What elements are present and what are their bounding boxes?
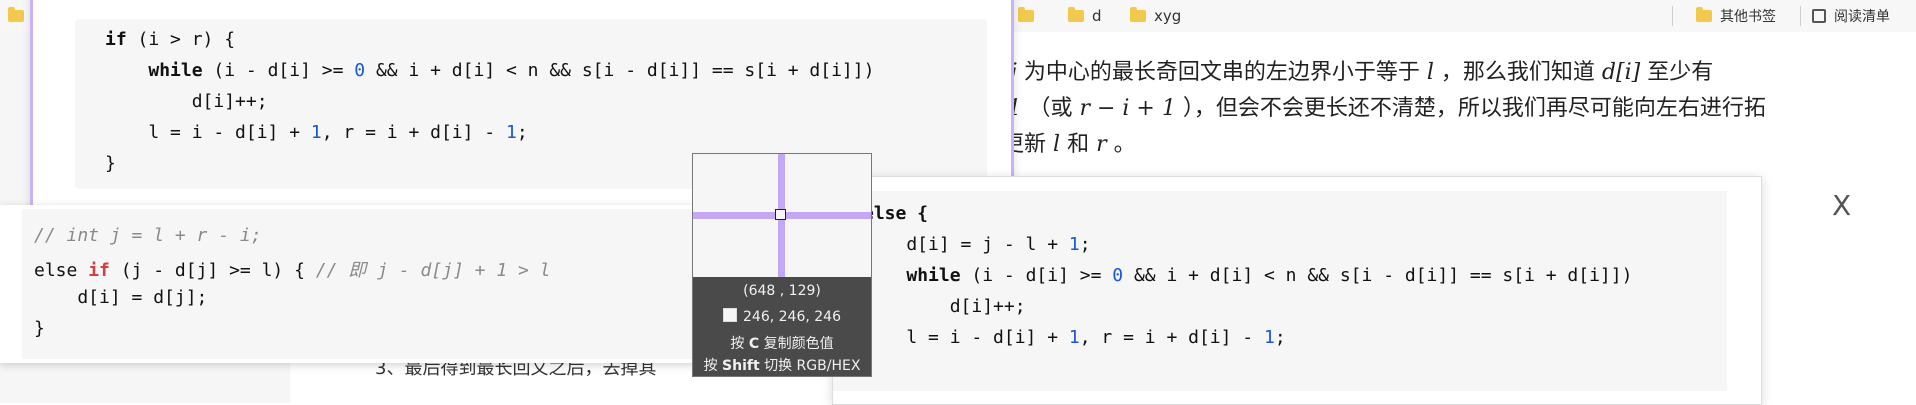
code-keyword: else { [863,203,929,224]
code-number: 1 [1068,234,1080,255]
article-line-1: j 为中心的最长奇回文串的左边界小于等于 l ，那么我们知道 d[i] 至少有 [1010,60,1714,85]
article-line-2: -1 （或 r − i + 1 ），但会不会更长还不清楚，所以我们再尽可能向左右… [1000,96,1766,121]
folder-icon [1018,7,1034,22]
crosshair-center-pixel [775,209,786,220]
reading-list-icon [1812,9,1826,23]
color-swatch [723,308,738,322]
code-text: l = i - d[i] + [863,327,1069,348]
code-text: ; [1274,327,1286,348]
code-line: while (i - d[i] >= 0 && i + d[i] < n && … [105,60,874,81]
bookmark-folder[interactable] [8,6,32,26]
code-text: (i - d[i] >= [202,60,355,81]
code-text: } [105,153,116,174]
code-line: } [34,318,45,339]
code-line: d[i] = d[j]; [34,287,207,308]
code-number: 1 [505,122,517,143]
code-text: else [34,260,89,281]
code-text: (i - d[i] >= [960,265,1113,286]
code-text: d[i] = d[j]; [34,287,208,308]
code-block: else { d[i] = j - l + 1; while (i - d[i]… [833,191,1727,391]
code-text: d[i]++; [105,91,268,112]
code-keyword: while [906,265,961,286]
code-keyword: if [105,29,127,50]
code-number: 0 [1112,265,1124,286]
code-text: ; [1079,234,1091,255]
folder-icon [1130,7,1146,22]
color-info-panel: (648 , 129) 246, 246, 246 按 C 复制颜色值 按 Sh… [693,277,871,376]
code-text: (j - d[j] >= l) { [109,260,316,281]
code-line: d[i]++; [105,91,268,112]
code-number: 1 [1068,327,1080,348]
code-text: d[i] = j - l + [863,234,1069,255]
cursor-coordinates: (648 , 129) [743,283,821,299]
code-keyword: if [88,260,110,281]
folder-icon [1696,7,1712,22]
code-line: // int j = l + r - i; [34,225,262,246]
code-text: && i + d[i] < n && s[i - d[i]] == s[i + … [1123,265,1633,286]
code-line: d[i] = j - l + 1; [863,234,1091,255]
code-line: if (i > r) { [105,29,235,50]
folder-icon [1068,7,1084,22]
code-text: (i > r) { [126,29,236,50]
color-value: 246, 246, 246 [693,308,871,325]
code-text: , r = i + d[i] - [321,122,506,143]
code-line: else { [863,203,928,224]
code-text: l = i - d[i] + [105,122,311,143]
code-number: 1 [1263,327,1275,348]
code-comment: // int j = l + r - i; [34,225,262,246]
code-line: else if (j - d[j] >= l) { // 即 j - d[j] … [34,256,551,282]
code-text: , r = i + d[i] - [1079,327,1264,348]
code-line: while (i - d[i] >= 0 && i + d[i] < n && … [863,265,1632,286]
code-snippet-right: else { d[i] = j - l + 1; while (i - d[i]… [832,176,1762,405]
color-picker-magnifier: (648 , 129) 246, 246, 246 按 C 复制颜色值 按 Sh… [692,153,872,377]
bookmarks-divider [1800,6,1801,26]
code-line: } [105,153,116,174]
code-text: d[i]++; [863,296,1026,317]
close-icon[interactable]: X [1832,192,1851,220]
bookmark-folder-d[interactable]: d [1068,6,1102,26]
article-text: j 为中心的最长奇回文串的左边界小于等于 l ，那么我们知道 d[i] 至少有 … [900,32,1916,158]
code-text: && i + d[i] < n && s[i - d[i]] == s[i + … [365,60,875,81]
code-number: 0 [354,60,366,81]
bookmarks-divider [1672,6,1673,26]
code-comment: // 即 j - d[j] + 1 > l [315,260,551,281]
toggle-format-hint: 按 Shift 切换 RGB/HEX [703,358,861,374]
code-line: d[i]++; [863,296,1026,317]
other-bookmarks-button[interactable]: 其他书签 [1696,6,1776,26]
code-number: 1 [310,122,322,143]
code-snippet-left: // int j = l + r - i; else if (j - d[j] >… [0,205,735,363]
bookmark-folder-xyg[interactable]: xyg [1130,6,1181,26]
code-text: } [34,318,45,339]
code-line: l = i - d[i] + 1, r = i + d[i] - 1; [863,327,1286,348]
copy-hint: 按 C 复制颜色值 [730,336,834,352]
code-line: l = i - d[i] + 1, r = i + d[i] - 1; [105,122,528,143]
folder-icon [8,7,24,22]
bookmark-folder[interactable] [1018,6,1042,26]
code-text: ; [516,122,528,143]
magnified-view [693,154,871,277]
code-keyword: while [148,60,203,81]
reading-list-button[interactable]: 阅读清单 [1812,6,1890,26]
code-block: // int j = l + r - i; else if (j - d[j] >… [22,209,732,359]
